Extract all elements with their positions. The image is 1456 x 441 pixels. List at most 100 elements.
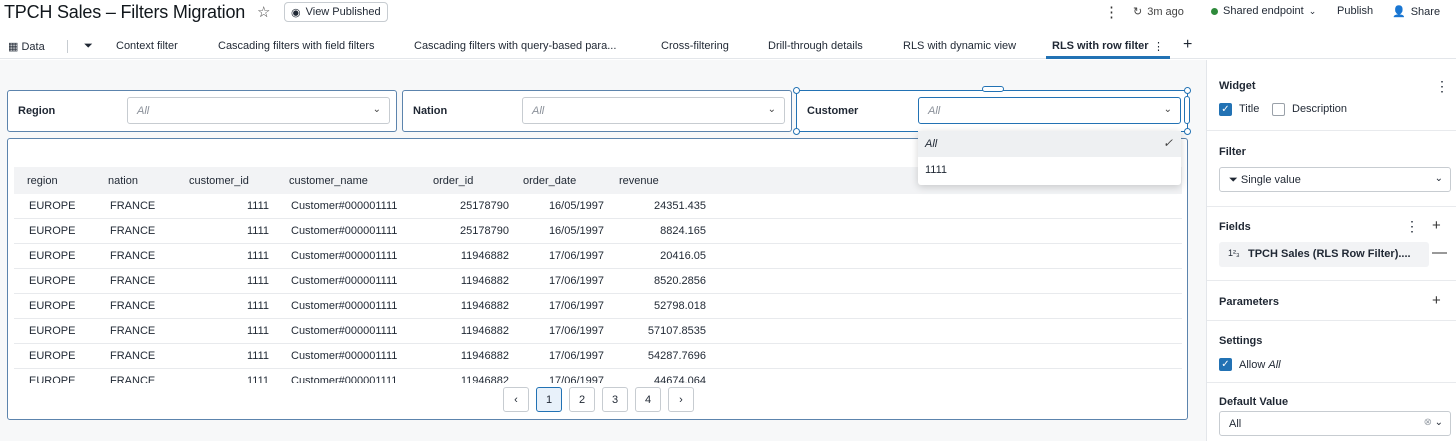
table-cell: 24351.435: [654, 200, 706, 212]
table-row[interactable]: EUROPE FRANCE 1111 Customer#000001111 119468…: [14, 269, 1182, 294]
star-icon[interactable]: ☆: [257, 3, 270, 21]
more-options-icon[interactable]: ⋮: [1104, 3, 1119, 21]
table-cell: 11946882: [460, 375, 509, 383]
table-row[interactable]: EUROPE FRANCE 1111 Customer#000001111 119468…: [14, 294, 1182, 319]
table-row[interactable]: EUROPE FRANCE 1111 Customer#000001111 119468…: [14, 319, 1182, 344]
resize-handle[interactable]: [793, 128, 800, 135]
default-value-select[interactable]: All ⊗ ⌄: [1219, 411, 1451, 436]
tab-more-icon[interactable]: ⋮: [1153, 40, 1164, 53]
allow-all-checkbox[interactable]: ✓: [1219, 358, 1232, 371]
table-cell: 17/06/1997: [548, 250, 604, 262]
column-header[interactable]: customer_name: [289, 175, 368, 187]
table-cell: 25178790: [460, 200, 509, 212]
column-header[interactable]: order_id: [433, 175, 473, 187]
table-cell: 1111: [246, 325, 269, 337]
tab-cascading-query[interactable]: Cascading filters with query-based para.…: [414, 40, 616, 52]
table-cell: 1111: [246, 375, 269, 383]
column-header[interactable]: revenue: [619, 175, 659, 187]
table-cell: Customer#000001111: [291, 225, 398, 237]
table-cell: 11946882: [460, 275, 509, 287]
share-button[interactable]: 👤 Share: [1392, 5, 1440, 19]
title-checkbox[interactable]: ✓: [1219, 103, 1232, 116]
filter-type-select[interactable]: ⏷ Single value ⌄: [1219, 167, 1451, 192]
table-cell: 1111: [246, 200, 269, 212]
table-cell: 17/06/1997: [548, 300, 604, 312]
chevron-down-icon: ⌄: [1434, 173, 1443, 184]
dropdown-option[interactable]: All ✓: [918, 131, 1181, 157]
description-checkbox[interactable]: [1272, 103, 1285, 116]
table-cell: 11946882: [460, 250, 509, 262]
table-row[interactable]: EUROPE FRANCE 1111 Customer#000001111 251787…: [14, 219, 1182, 244]
table-cell: Customer#000001111: [291, 250, 398, 262]
page-button-4[interactable]: 4: [635, 387, 661, 412]
tab-data[interactable]: ▦ Data: [8, 40, 45, 53]
table-cell: EUROPE: [29, 325, 76, 337]
customer-select[interactable]: All ⌄: [918, 97, 1181, 124]
nation-select[interactable]: All ⌄: [522, 97, 785, 124]
more-options-icon[interactable]: ⋮: [1435, 78, 1449, 95]
table-cell: Customer#000001111: [291, 350, 398, 362]
table-cell: FRANCE: [110, 350, 156, 362]
table-row[interactable]: EUROPE FRANCE 1111 Customer#000001111 251787…: [14, 194, 1182, 219]
column-header[interactable]: customer_id: [189, 175, 249, 187]
resize-handle[interactable]: [793, 87, 800, 94]
table-row[interactable]: EUROPE FRANCE 1111 Customer#000001111 119468…: [14, 369, 1182, 383]
table-cell: 52798.018: [654, 300, 706, 312]
more-options-icon[interactable]: ⋮: [1405, 218, 1419, 235]
dropdown-option[interactable]: 1111: [918, 157, 1181, 183]
resize-handle[interactable]: [1184, 87, 1191, 94]
add-parameter-icon[interactable]: +: [1432, 292, 1441, 309]
add-tab-icon[interactable]: +: [1183, 36, 1192, 54]
table-cell: EUROPE: [29, 275, 76, 287]
tab-cross-filtering[interactable]: Cross-filtering: [661, 40, 729, 52]
prev-page-button[interactable]: ‹: [503, 387, 529, 412]
divider: [1207, 382, 1456, 383]
tab-drill-through[interactable]: Drill-through details: [768, 40, 863, 52]
resize-handle[interactable]: [1184, 96, 1190, 124]
table-row[interactable]: EUROPE FRANCE 1111 Customer#000001111 119468…: [14, 344, 1182, 369]
resize-handle[interactable]: [1184, 128, 1191, 135]
table-cell: Customer#000001111: [291, 200, 398, 212]
resize-handle[interactable]: [982, 86, 1004, 92]
page-button-3[interactable]: 3: [602, 387, 628, 412]
refresh-status[interactable]: ↻ 3m ago: [1133, 5, 1184, 19]
refresh-icon: ↻: [1133, 6, 1143, 18]
filter-label: Customer: [807, 105, 859, 117]
publish-button[interactable]: Publish: [1337, 5, 1373, 17]
column-header[interactable]: region: [27, 175, 58, 187]
check-icon: ✓: [1162, 136, 1173, 150]
field-item[interactable]: 1²₃ TPCH Sales (RLS Row Filter)....: [1219, 242, 1429, 267]
page-button-2[interactable]: 2: [569, 387, 595, 412]
table-cell: 1111: [246, 300, 269, 312]
filter-widget-region[interactable]: Region All ⌄: [7, 90, 397, 132]
table-cell: 57107.8535: [647, 325, 706, 337]
filter-widget-customer[interactable]: Customer All ⌄: [796, 90, 1188, 132]
add-field-icon[interactable]: +: [1432, 217, 1441, 234]
chevron-down-icon: ⌄: [1163, 104, 1172, 115]
tab-cascading-field[interactable]: Cascading filters with field filters: [218, 40, 375, 52]
table-cell: EUROPE: [29, 200, 76, 212]
clear-icon[interactable]: ⊗: [1424, 417, 1432, 428]
tab-context-filter[interactable]: Context filter: [116, 40, 178, 52]
table-row[interactable]: EUROPE FRANCE 1111 Customer#000001111 119468…: [14, 244, 1182, 269]
tab-rls-row-filter[interactable]: RLS with row filter: [1052, 40, 1149, 52]
endpoint-selector[interactable]: Shared endpoint ⌄: [1211, 5, 1316, 17]
region-select[interactable]: All ⌄: [127, 97, 390, 124]
column-header[interactable]: order_date: [523, 175, 576, 187]
table-cell: 20416.05: [660, 250, 706, 262]
view-published-button[interactable]: ◉ View Published: [284, 2, 388, 22]
next-page-button[interactable]: ›: [668, 387, 694, 412]
default-value-heading: Default Value: [1219, 396, 1289, 408]
filter-widget-nation[interactable]: Nation All ⌄: [402, 90, 792, 132]
filter-heading: Filter: [1219, 146, 1246, 158]
column-header[interactable]: nation: [108, 175, 138, 187]
table-cell: 54287.7696: [647, 350, 706, 362]
remove-field-icon[interactable]: —: [1432, 244, 1447, 261]
table-cell: Customer#000001111: [291, 375, 398, 383]
settings-heading: Settings: [1219, 335, 1263, 347]
title-checkbox-label: Title: [1239, 103, 1260, 115]
tab-divider: [67, 40, 68, 53]
tab-rls-dynamic[interactable]: RLS with dynamic view: [903, 40, 1016, 52]
page-button-1[interactable]: 1: [536, 387, 562, 412]
chevron-right-icon: ›: [679, 393, 683, 406]
